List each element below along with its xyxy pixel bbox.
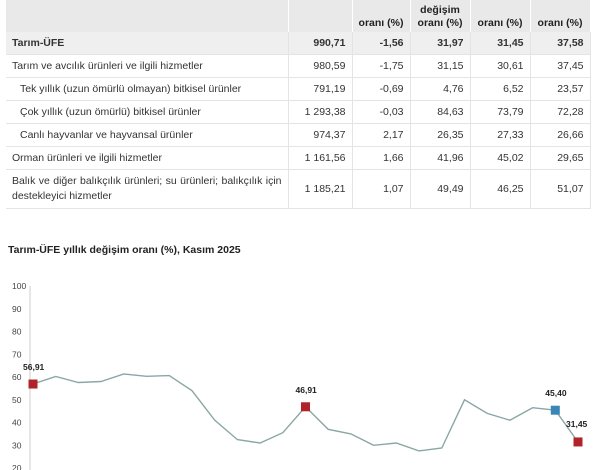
value-cumulative: 41,96 — [410, 146, 471, 170]
value-annual: 27,33 — [470, 123, 531, 147]
header-cell-average: oranı (%) — [530, 0, 591, 32]
value-annual: 45,02 — [470, 146, 531, 170]
table-body: Tarım-ÜFE 990,71 -1,56 31,97 31,45 37,58 Tarım… — [6, 32, 591, 209]
table-header-row: oranı (%) değişim oranı (%) oranı (%) or… — [6, 0, 591, 32]
y-tick-label: 70 — [12, 349, 22, 359]
value-annual: 46,25 — [470, 169, 531, 209]
value-index: 1 161,56 — [288, 146, 353, 170]
y-tick-label: 90 — [12, 304, 22, 314]
row-label: Tarım-ÜFE — [6, 32, 289, 55]
y-tick-label: 60 — [12, 372, 22, 382]
value-monthly: -1,75 — [352, 54, 411, 78]
row-label: Tek yıllık (uzun ömürlü olmayan) bitkise… — [6, 77, 289, 101]
value-monthly: 1,66 — [352, 146, 411, 170]
y-tick-label: 50 — [12, 395, 22, 405]
y-tick-label: 40 — [12, 418, 22, 428]
value-monthly: 1,07 — [352, 169, 411, 209]
row-label: Çok yıllık (uzun ömürlü) bitkisel ürünle… — [6, 100, 289, 124]
y-tick-label: 80 — [12, 327, 22, 337]
y-tick-label: 20 — [12, 463, 22, 470]
value-average: 29,65 — [530, 146, 591, 170]
value-average: 37,58 — [530, 32, 591, 55]
table-row: Tek yıllık (uzun ömürlü olmayan) bitkise… — [6, 77, 591, 101]
value-monthly: -1,56 — [352, 32, 411, 55]
table-row: Orman ürünleri ve ilgili hizmetler 1 161,… — [6, 146, 591, 170]
chart-title: Tarım-ÜFE yıllık değişim oranı (%), Kası… — [8, 244, 241, 256]
table-row: Balık ve diğer balıkçılık ürünleri; su ü… — [6, 169, 591, 209]
value-cumulative: 4,76 — [410, 77, 471, 101]
value-monthly: -0,69 — [352, 77, 411, 101]
value-cumulative: 31,97 — [410, 32, 471, 55]
value-annual: 31,45 — [470, 32, 531, 55]
data-point-marker — [550, 405, 560, 415]
table-row: Canlı hayvanlar ve hayvansal ürünler 974,… — [6, 123, 591, 147]
value-average: 37,45 — [530, 54, 591, 78]
data-table-wrap: oranı (%) değişim oranı (%) oranı (%) or… — [6, 0, 591, 209]
value-annual: 73,79 — [470, 100, 531, 124]
row-label: Tarım ve avcılık ürünleri ve ilgili hizm… — [6, 54, 289, 78]
value-average: 51,07 — [530, 169, 591, 209]
value-index: 990,71 — [288, 32, 353, 55]
value-monthly: -0,03 — [352, 100, 411, 124]
table-row: Tarım-ÜFE 990,71 -1,56 31,97 31,45 37,58 — [6, 32, 591, 55]
header-cell-monthly: oranı (%) — [352, 0, 411, 32]
data-label: 46,91 — [296, 385, 318, 395]
table-row: Çok yıllık (uzun ömürlü) bitkisel ürünle… — [6, 100, 591, 124]
value-cumulative: 49,49 — [410, 169, 471, 209]
header-cell-annual: oranı (%) — [470, 0, 531, 32]
value-annual: 30,61 — [470, 54, 531, 78]
data-table: oranı (%) değişim oranı (%) oranı (%) or… — [6, 0, 591, 209]
line-chart: 20 30 40 50 60 70 80 90 100 56,91 46,91 45,40 31,45 — [12, 281, 588, 470]
value-annual: 6,52 — [470, 77, 531, 101]
value-average: 26,66 — [530, 123, 591, 147]
value-cumulative: 31,15 — [410, 54, 471, 78]
header-cell-cumulative: değişim oranı (%) — [410, 0, 471, 32]
value-average: 72,28 — [530, 100, 591, 124]
header-cell-label — [6, 0, 289, 32]
value-index: 1 185,21 — [288, 169, 353, 209]
value-index: 1 293,38 — [288, 100, 353, 124]
y-tick-label: 100 — [12, 281, 26, 291]
value-index: 980,59 — [288, 54, 353, 78]
data-point-marker — [28, 379, 38, 389]
value-monthly: 2,17 — [352, 123, 411, 147]
data-label: 31,45 — [566, 419, 588, 429]
data-label: 56,91 — [23, 362, 45, 372]
header-cell-index — [288, 0, 353, 32]
value-average: 23,57 — [530, 77, 591, 101]
data-point-marker — [573, 437, 583, 447]
row-label: Balık ve diğer balıkçılık ürünleri; su ü… — [6, 169, 289, 209]
data-point-marker — [301, 402, 310, 412]
table-row: Tarım ve avcılık ürünleri ve ilgili hizm… — [6, 54, 591, 78]
value-cumulative: 26,35 — [410, 123, 471, 147]
y-tick-label: 30 — [12, 440, 22, 450]
value-cumulative: 84,63 — [410, 100, 471, 124]
row-label: Orman ürünleri ve ilgili hizmetler — [6, 146, 289, 170]
data-label: 45,40 — [545, 388, 567, 398]
value-index: 791,19 — [288, 77, 353, 101]
row-label: Canlı hayvanlar ve hayvansal ürünler — [6, 123, 289, 147]
value-index: 974,37 — [288, 123, 353, 147]
